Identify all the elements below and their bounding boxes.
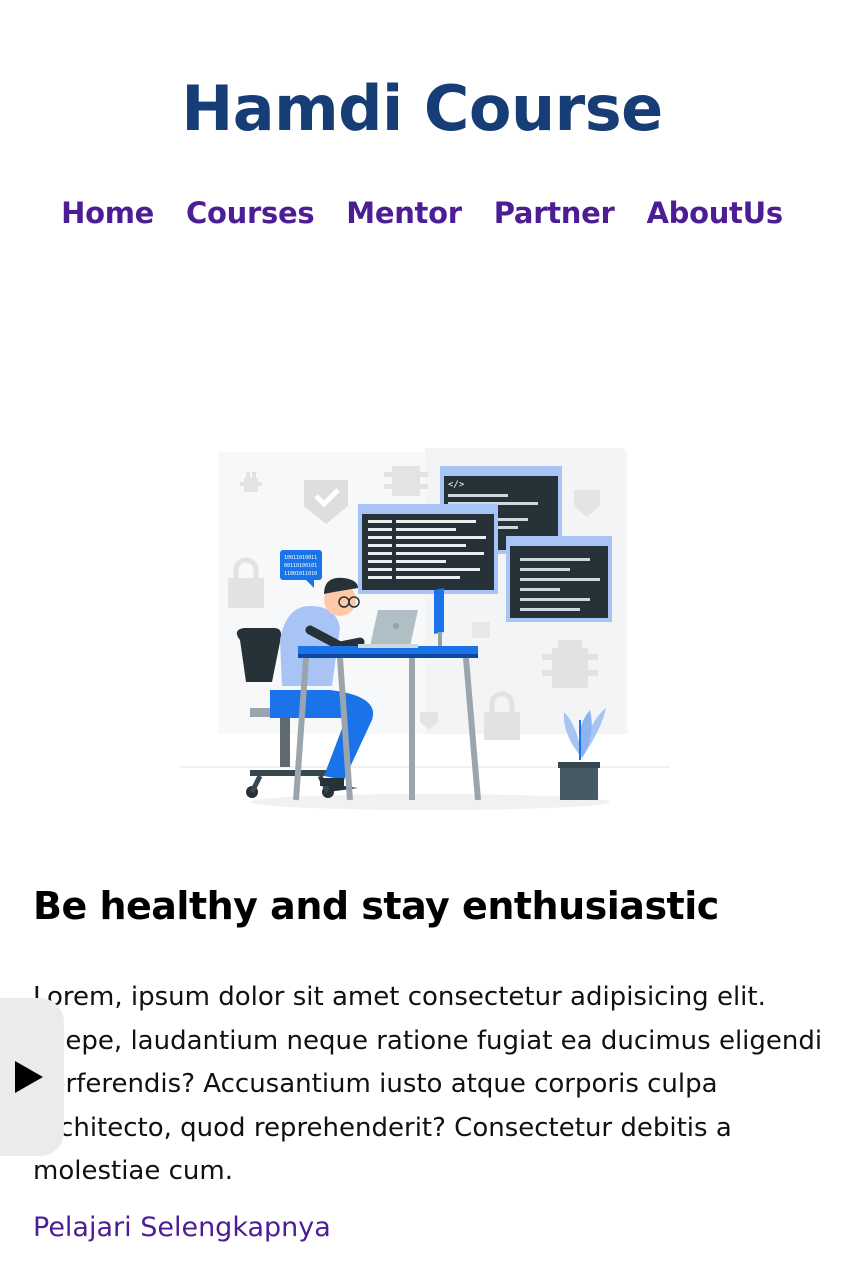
main-nav: Home Courses Mentor Partner AboutUs	[0, 196, 844, 230]
play-icon	[15, 1061, 43, 1093]
nav-home[interactable]: Home	[61, 196, 154, 230]
nav-partner[interactable]: Partner	[494, 196, 615, 230]
svg-text:00110100101: 00110100101	[284, 563, 317, 569]
play-button[interactable]	[0, 998, 64, 1156]
hero-illustration: </> 10011010011 00110100101 11001011010	[180, 448, 670, 810]
svg-text:</>: </>	[448, 480, 465, 490]
site-title: Hamdi Course	[181, 72, 663, 145]
code-window	[358, 504, 498, 594]
nav-courses[interactable]: Courses	[186, 196, 315, 230]
section-heading: Be healthy and stay enthusiastic	[33, 884, 719, 928]
svg-text:10011010011: 10011010011	[284, 555, 317, 561]
section-paragraph: Lorem, ipsum dolor sit amet consectetur …	[33, 982, 823, 1186]
svg-text:11001011010: 11001011010	[284, 571, 317, 577]
learn-more-link[interactable]: Pelajari Selengkapnya	[33, 1212, 331, 1243]
nav-aboutus[interactable]: AboutUs	[646, 196, 783, 230]
code-window	[506, 536, 612, 622]
lock-icon	[472, 622, 490, 638]
nav-mentor[interactable]: Mentor	[346, 196, 462, 230]
